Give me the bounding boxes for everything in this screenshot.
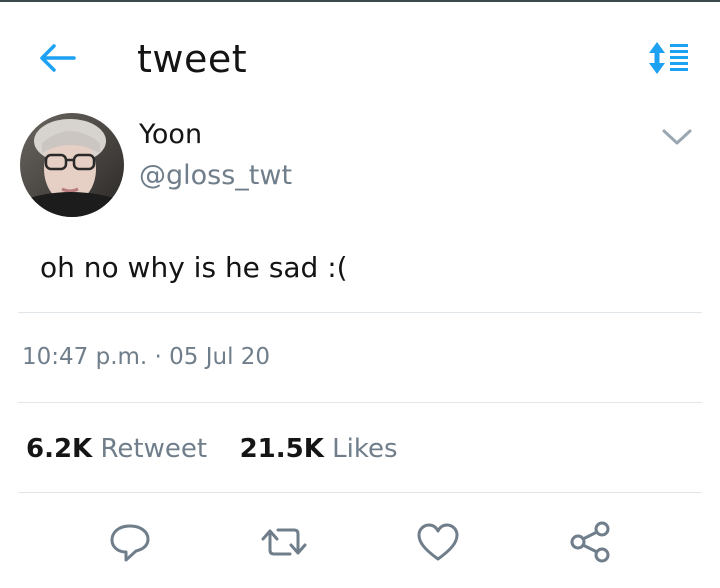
heart-icon [417,523,459,561]
sort-list-icon [649,42,688,74]
sort-button[interactable] [646,40,692,76]
divider [18,492,702,493]
tweet-text: oh no why is he sad :( [40,251,348,284]
like-label[interactable]: Likes [332,434,397,464]
arrow-left-icon [40,44,76,72]
profile-photo [20,113,124,217]
avatar[interactable] [20,113,124,217]
share-icon [570,521,610,563]
divider [18,402,702,403]
chevron-down-icon [662,129,692,145]
author-name[interactable]: Yoon [139,118,202,152]
retweet-label[interactable]: Retweet [100,434,207,464]
divider [18,312,702,313]
retweet-button[interactable] [260,518,308,566]
back-button[interactable] [36,38,80,78]
tweet-timestamp: 10:47 p.m. · 05 Jul 20 [22,344,271,370]
reply-icon [110,524,150,562]
like-count[interactable]: 21.5K [240,434,324,464]
author-handle[interactable]: @gloss_twt [139,158,292,194]
tweet-actions [0,510,720,580]
app-header: tweet [0,0,720,110]
page-title: tweet [137,37,248,81]
like-button[interactable] [414,518,462,566]
retweet-count[interactable]: 6.2K [26,434,92,464]
tweet-stats: 6.2K Retweet 21.5K Likes [26,430,398,468]
retweet-icon [261,528,307,556]
tweet-menu-button[interactable] [660,124,694,150]
share-button[interactable] [566,518,614,566]
reply-button[interactable] [106,518,154,566]
